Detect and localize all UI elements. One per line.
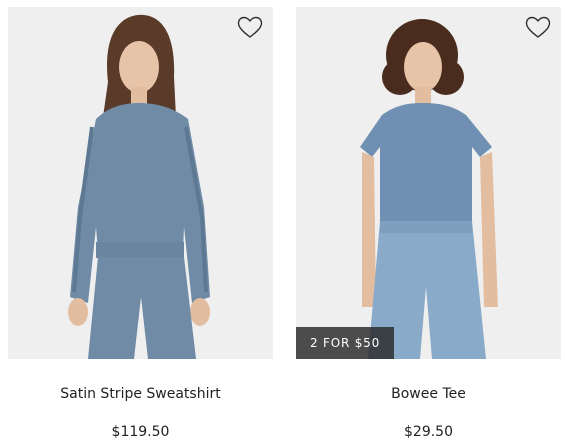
product-name[interactable]: Satin Stripe Sweatshirt: [8, 386, 273, 402]
wishlist-heart-icon[interactable]: [525, 16, 551, 40]
product-name[interactable]: Bowee Tee: [296, 386, 561, 402]
promo-badge: 2 FOR $50: [296, 327, 395, 359]
product-image[interactable]: 2 FOR $50: [296, 7, 561, 359]
wishlist-heart-icon[interactable]: [237, 16, 263, 40]
sweatshirt-model-illustration: [68, 14, 210, 359]
product-card[interactable]: Satin Stripe Sweatshirt $119.50: [8, 0, 273, 440]
product-image[interactable]: [8, 7, 273, 359]
product-price: $29.50: [404, 424, 453, 440]
product-card[interactable]: 2 FOR $50 Bowee Tee $29.50: [296, 0, 561, 440]
product-price: $119.50: [111, 424, 170, 440]
tee-model-illustration: [360, 19, 498, 359]
